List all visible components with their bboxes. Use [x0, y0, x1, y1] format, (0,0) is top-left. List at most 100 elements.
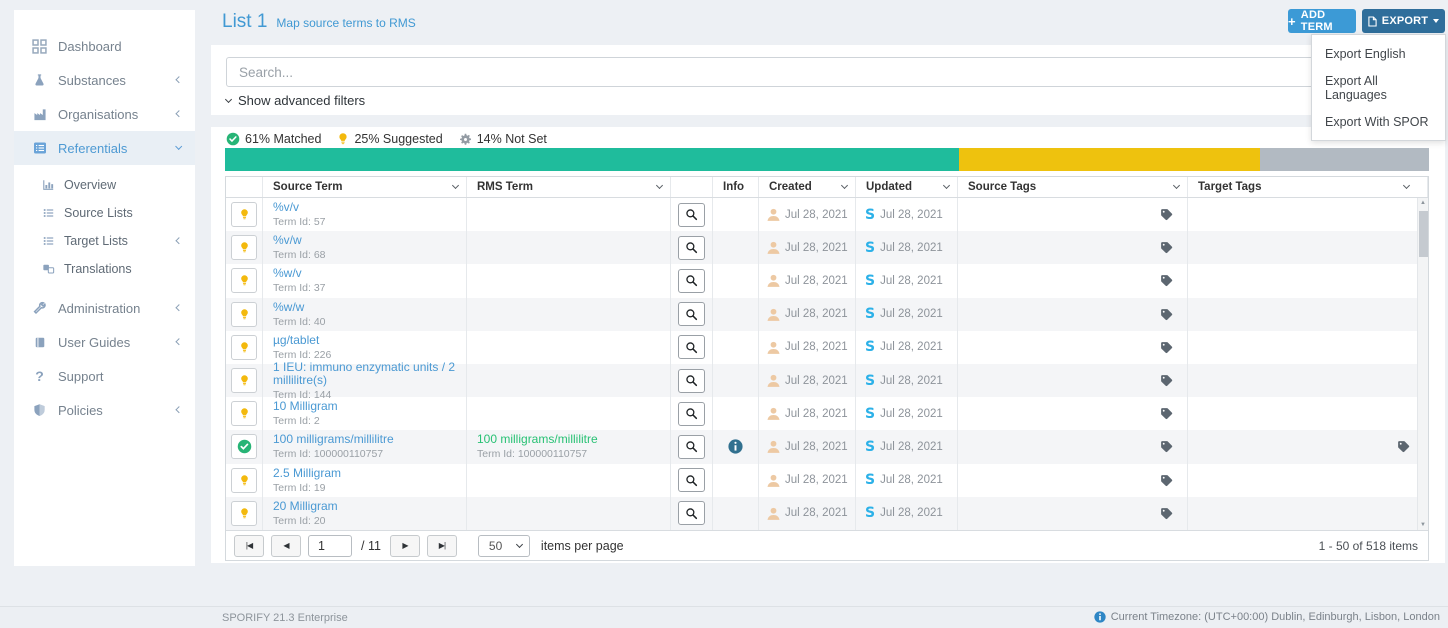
source-term-link[interactable]: µg/tablet — [273, 334, 319, 347]
column-header-source-tags[interactable]: Source Tags — [958, 177, 1188, 197]
source-tags-cell[interactable] — [958, 198, 1188, 231]
search-term-button[interactable] — [678, 402, 705, 426]
sidebar-item-referentials[interactable]: Referentials — [14, 131, 195, 165]
last-page-button[interactable]: ▶| — [427, 535, 457, 557]
source-term-link[interactable]: %w/v — [273, 267, 302, 280]
menu-item-export-all-languages[interactable]: Export All Languages — [1312, 67, 1445, 108]
status-button[interactable] — [231, 268, 257, 293]
search-term-button[interactable] — [678, 302, 705, 326]
scrollbar-thumb[interactable] — [1419, 211, 1428, 257]
flask-icon — [31, 73, 48, 88]
source-term-link[interactable]: %v/v — [273, 201, 299, 214]
sidebar-item-dashboard[interactable]: Dashboard — [14, 29, 195, 63]
source-tags-cell[interactable] — [958, 298, 1188, 331]
rms-term-cell — [467, 298, 671, 331]
export-dropdown-menu: Export English Export All Languages Expo… — [1311, 34, 1446, 141]
search-term-button[interactable] — [678, 369, 705, 393]
source-term-link[interactable]: 10 Milligram — [273, 400, 338, 413]
sidebar-item-administration[interactable]: Administration — [14, 291, 195, 325]
sidebar-item-source-lists[interactable]: Source Lists — [14, 199, 195, 227]
next-page-button[interactable]: ▶ — [390, 535, 420, 557]
sidebar-item-translations[interactable]: Translations — [14, 255, 195, 283]
menu-item-export-with-spor[interactable]: Export With SPOR — [1312, 108, 1445, 135]
status-button[interactable] — [231, 368, 257, 393]
status-button[interactable] — [231, 335, 257, 360]
vertical-scrollbar[interactable]: ▲ ▼ — [1417, 198, 1428, 530]
search-term-button[interactable] — [678, 468, 705, 492]
sidebar-item-organisations[interactable]: Organisations — [14, 97, 195, 131]
sidebar-item-overview[interactable]: Overview — [14, 171, 195, 199]
status-button[interactable] — [231, 434, 257, 459]
target-tags-cell[interactable] — [1188, 364, 1428, 397]
status-button[interactable] — [231, 468, 257, 493]
search-term-button[interactable] — [678, 269, 705, 293]
status-button[interactable] — [231, 235, 257, 260]
chevron-down-icon — [516, 540, 523, 547]
source-tags-cell[interactable] — [958, 331, 1188, 364]
items-per-page-label: items per page — [541, 539, 624, 553]
prev-page-button[interactable]: ◀ — [271, 535, 301, 557]
updated-cell: SJul 28, 2021 — [856, 464, 958, 497]
sidebar-item-user-guides[interactable]: User Guides — [14, 325, 195, 359]
scroll-down-icon[interactable]: ▼ — [1418, 522, 1428, 528]
sidebar-item-policies[interactable]: Policies — [14, 393, 195, 427]
source-term-link[interactable]: %v/w — [273, 234, 302, 247]
source-term-link[interactable]: 100 milligrams/millilitre — [273, 433, 394, 446]
info-cell — [713, 198, 759, 231]
search-input[interactable] — [226, 57, 1429, 87]
progress-suggested-segment — [959, 148, 1260, 171]
source-tags-cell[interactable] — [958, 464, 1188, 497]
target-tags-cell[interactable] — [1188, 264, 1428, 297]
column-header-source-term[interactable]: Source Term — [263, 177, 467, 197]
chevron-down-icon — [656, 182, 663, 189]
sidebar-item-label: User Guides — [58, 335, 176, 350]
source-term-link[interactable]: 2.5 Milligram — [273, 467, 341, 480]
rms-term-cell — [467, 264, 671, 297]
status-button[interactable] — [231, 202, 257, 227]
column-header-updated[interactable]: Updated — [856, 177, 958, 197]
sidebar-item-target-lists[interactable]: Target Lists — [14, 227, 195, 255]
target-tags-cell[interactable] — [1188, 298, 1428, 331]
search-term-button[interactable] — [678, 335, 705, 359]
avatar-icon — [766, 340, 781, 355]
column-header-rms-term[interactable]: RMS Term — [467, 177, 671, 197]
target-tags-cell[interactable] — [1188, 331, 1428, 364]
target-tags-cell[interactable] — [1188, 430, 1428, 463]
add-term-button[interactable]: + ADD TERM — [1288, 9, 1356, 33]
target-tags-cell[interactable] — [1188, 198, 1428, 231]
source-tags-cell[interactable] — [958, 231, 1188, 264]
progress-notset-segment — [1260, 148, 1429, 171]
column-header-created[interactable]: Created — [759, 177, 856, 197]
page-number-input[interactable] — [308, 535, 352, 557]
source-tags-cell[interactable] — [958, 264, 1188, 297]
export-button[interactable]: EXPORT — [1362, 9, 1445, 33]
scroll-up-icon[interactable]: ▲ — [1418, 200, 1428, 206]
target-tags-cell[interactable] — [1188, 497, 1428, 530]
status-button[interactable] — [231, 302, 257, 327]
search-term-button[interactable] — [678, 236, 705, 260]
menu-item-export-english[interactable]: Export English — [1312, 40, 1445, 67]
target-tags-cell[interactable] — [1188, 231, 1428, 264]
source-term-link[interactable]: 1 IEU: immuno enzymatic units / 2 millil… — [273, 361, 466, 387]
first-page-button[interactable]: |◀ — [234, 535, 264, 557]
rms-term-link[interactable]: 100 milligrams/millilitre — [477, 433, 598, 446]
status-button[interactable] — [231, 401, 257, 426]
show-advanced-filters-toggle[interactable]: Show advanced filters — [226, 93, 365, 108]
column-header-target-tags[interactable]: Target Tags — [1188, 177, 1428, 197]
search-term-button[interactable] — [678, 203, 705, 227]
source-tags-cell[interactable] — [958, 497, 1188, 530]
target-tags-cell[interactable] — [1188, 397, 1428, 430]
search-term-button[interactable] — [678, 435, 705, 459]
source-tags-cell[interactable] — [958, 430, 1188, 463]
target-tags-cell[interactable] — [1188, 464, 1428, 497]
created-date: Jul 28, 2021 — [785, 474, 848, 486]
status-button[interactable] — [231, 501, 257, 526]
search-term-button[interactable] — [678, 501, 705, 525]
source-term-link[interactable]: 20 Milligram — [273, 500, 338, 513]
source-term-link[interactable]: %w/w — [273, 301, 304, 314]
page-size-select[interactable]: 50 — [478, 535, 530, 557]
sidebar-item-support[interactable]: ? Support — [14, 359, 195, 393]
source-tags-cell[interactable] — [958, 364, 1188, 397]
source-tags-cell[interactable] — [958, 397, 1188, 430]
sidebar-item-substances[interactable]: Substances — [14, 63, 195, 97]
